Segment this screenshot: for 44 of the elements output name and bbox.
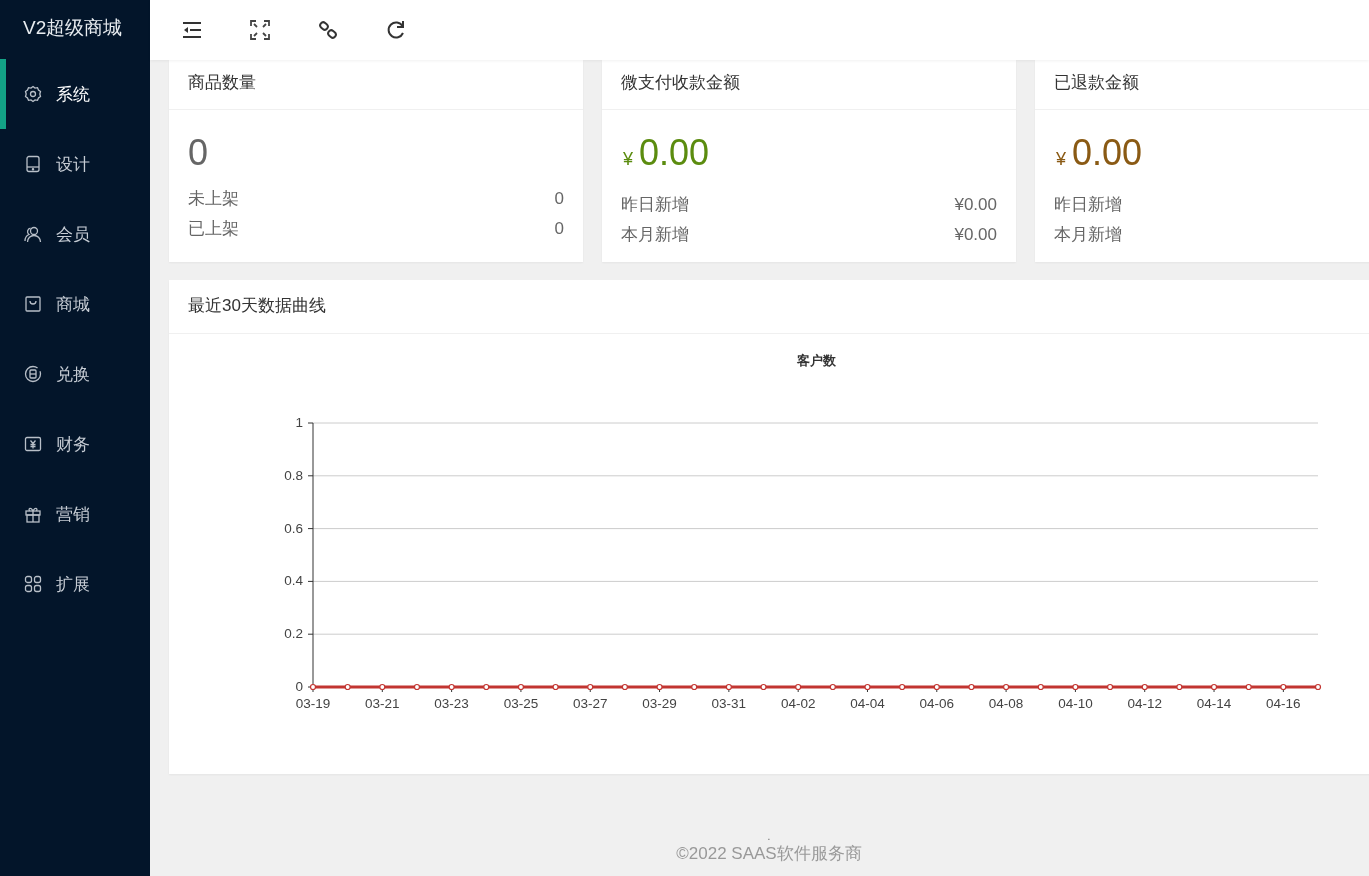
x-axis-label: 04-16	[1266, 696, 1301, 711]
stat-label: 本月新增	[621, 224, 689, 246]
x-axis-label: 04-08	[988, 696, 1024, 711]
y-axis-label: 0.6	[284, 520, 303, 536]
x-axis-label: 03-25	[503, 696, 539, 711]
y-axis-label: 1	[295, 415, 303, 430]
stat-value: 0.00	[639, 131, 710, 175]
stat-value: 0	[188, 131, 209, 175]
card-title: 微支付收款金额	[602, 60, 1016, 110]
card-title: 商品数量	[169, 60, 583, 110]
x-axis-label: 04-14	[1196, 696, 1232, 711]
stat-label: 昨日新增	[1054, 194, 1122, 216]
x-axis-label: 04-10	[1058, 696, 1093, 711]
stat-value: 0.00	[1072, 131, 1143, 175]
x-axis-label: 03-29	[642, 696, 677, 711]
stat-row-value: ¥0.00	[954, 224, 997, 246]
footer-copyright: ©2022 SAAS软件服务商	[676, 843, 862, 865]
y-axis-label: 0.8	[284, 467, 303, 483]
y-axis-label: 0.4	[284, 573, 303, 589]
x-axis-label: 04-02	[780, 696, 816, 711]
x-axis-label: 04-04	[850, 696, 885, 711]
x-axis-label: 04-12	[1127, 696, 1162, 711]
card-title: 已退款金额	[1035, 60, 1369, 110]
footer-dot: .	[767, 832, 771, 842]
stat-label: 本月新增	[1054, 224, 1122, 246]
stat-row-value: 0	[554, 218, 564, 240]
x-axis-label: 03-21	[365, 696, 400, 711]
stat-label: 已上架	[188, 218, 239, 240]
chart-title: 客户数	[796, 353, 836, 368]
x-axis-label: 03-19	[295, 696, 331, 711]
currency-symbol: ¥	[1056, 148, 1066, 171]
x-axis-label: 03-27	[573, 696, 608, 711]
x-axis-label: 03-31	[711, 696, 747, 711]
app-logo-title: V2超级商城	[22, 16, 124, 40]
x-axis-label: 03-23	[434, 696, 469, 711]
panel-title: 最近30天数据曲线	[169, 280, 1369, 334]
stat-row-value: ¥0.00	[954, 194, 997, 216]
y-axis-label: 0	[295, 679, 303, 694]
stat-row-value: 0	[554, 188, 564, 210]
stat-label: 未上架	[188, 188, 239, 210]
stat-label: 昨日新增	[621, 194, 689, 216]
x-axis-label: 04-06	[919, 696, 955, 711]
y-axis-label: 0.2	[284, 626, 303, 642]
currency-symbol: ¥	[623, 148, 633, 171]
